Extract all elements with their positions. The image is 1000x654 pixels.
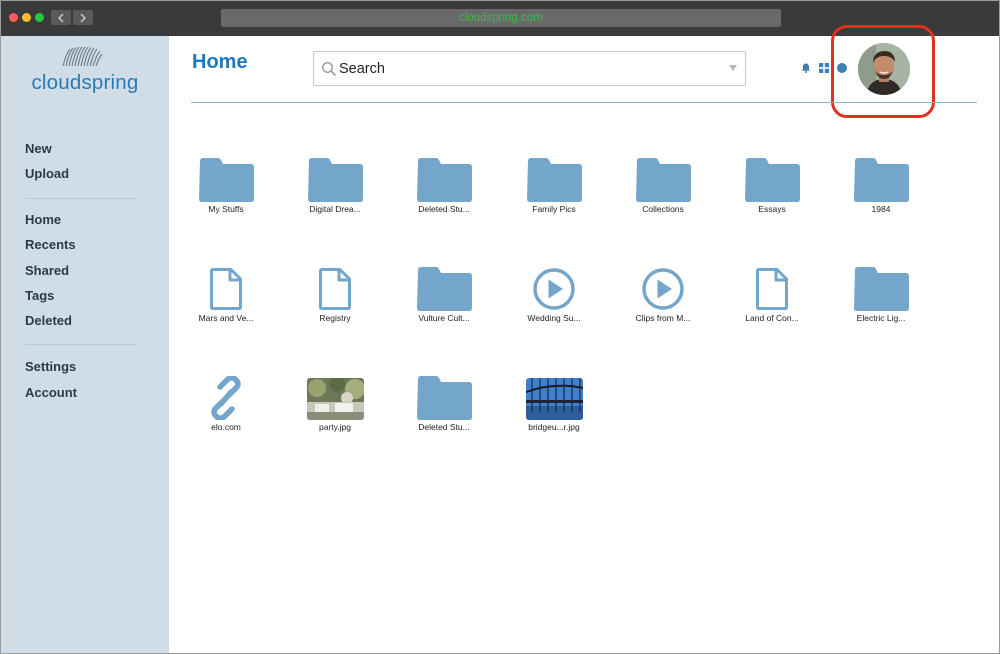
file-item[interactable]: Registry [285, 265, 385, 345]
sidebar-item-new[interactable]: New [25, 141, 52, 156]
play-video-icon [642, 268, 684, 310]
folder-item[interactable]: Deleted Stu... [394, 374, 494, 454]
bell-icon[interactable] [801, 63, 811, 73]
dropdown-caret-icon[interactable] [729, 65, 737, 71]
sidebar-item-deleted[interactable]: Deleted [25, 313, 72, 328]
logo-mark-icon [62, 46, 103, 67]
file-item[interactable]: Mars and Ve... [176, 265, 276, 345]
file-item[interactable]: Land of Con... [722, 265, 822, 345]
folder-item[interactable]: Vulture Cult... [394, 265, 494, 345]
folder-icon [307, 158, 363, 202]
item-label: Vulture Cult... [418, 313, 470, 323]
search-input[interactable]: Search [313, 51, 746, 86]
item-label: Registry [319, 313, 351, 323]
sidebar-item-tags[interactable]: Tags [25, 288, 54, 303]
video-item[interactable]: Wedding Su... [504, 265, 604, 345]
logo-wordmark: cloudspring [31, 71, 139, 94]
item-label: bridgeu...r.jpg [528, 422, 580, 432]
sidebar-divider [25, 344, 137, 345]
minimize-window-button[interactable] [22, 13, 31, 22]
cloudspring-logo[interactable]: cloudspring [23, 46, 147, 98]
sidebar: cloudspring New Upload Home Recents Shar… [1, 36, 169, 653]
image-item[interactable]: party.jpg [285, 374, 385, 454]
item-label: elo.com [211, 422, 241, 432]
search-placeholder: Search [339, 61, 385, 77]
sidebar-item-recents[interactable]: Recents [25, 237, 76, 252]
maximize-window-button[interactable] [35, 13, 44, 22]
image-thumbnail [525, 378, 583, 420]
folder-item[interactable]: 1984 [831, 156, 931, 236]
document-icon [319, 268, 351, 310]
item-label: Collections [642, 204, 684, 214]
folder-icon [416, 158, 472, 202]
image-item[interactable]: bridgeu...r.jpg [504, 374, 604, 454]
browser-window: cloudspring.com cloudspring New Upload H… [0, 0, 1000, 654]
folder-item[interactable]: Family Pics [504, 156, 604, 236]
folder-item[interactable]: Electric Lig... [831, 265, 931, 345]
item-label: My Stuffs [208, 204, 244, 214]
address-bar[interactable]: cloudspring.com [221, 9, 781, 27]
back-button[interactable] [51, 10, 71, 25]
document-icon [756, 268, 788, 310]
sidebar-item-settings[interactable]: Settings [25, 359, 76, 374]
sidebar-item-account[interactable]: Account [25, 385, 77, 400]
folder-item[interactable]: Collections [613, 156, 713, 236]
folder-icon [853, 267, 909, 311]
item-label: Digital Drea... [309, 204, 361, 214]
chevron-right-icon [80, 13, 86, 22]
sidebar-item-upload[interactable]: Upload [25, 166, 69, 181]
item-label: Essays [758, 204, 786, 214]
folder-icon [635, 158, 691, 202]
folder-icon [416, 267, 472, 311]
close-window-button[interactable] [9, 13, 18, 22]
search-icon [321, 61, 337, 77]
item-label: 1984 [871, 204, 891, 214]
link-item[interactable]: elo.com [176, 374, 276, 454]
folder-item[interactable]: Deleted Stu... [394, 156, 494, 236]
folder-icon [526, 158, 582, 202]
bridge-photo-thumbnail [525, 378, 583, 420]
folder-item[interactable]: Digital Drea... [285, 156, 385, 236]
party-photo-thumbnail [306, 378, 364, 420]
chevron-left-icon [58, 13, 64, 22]
image-thumbnail [306, 378, 364, 420]
folder-icon [198, 158, 254, 202]
folder-icon [853, 158, 909, 202]
item-label: Electric Lig... [856, 313, 906, 323]
sidebar-item-shared[interactable]: Shared [25, 263, 69, 278]
item-label: party.jpg [319, 422, 351, 432]
sidebar-item-home[interactable]: Home [25, 212, 61, 227]
folder-icon [416, 376, 472, 420]
page-title: Home [192, 51, 248, 73]
forward-button[interactable] [73, 10, 93, 25]
folder-icon [744, 158, 800, 202]
item-label: Deleted Stu... [418, 422, 470, 432]
link-icon [211, 376, 241, 420]
header-divider [191, 102, 977, 103]
avatar-highlight [831, 25, 935, 118]
folder-item[interactable]: Essays [722, 156, 822, 236]
item-label: Mars and Ve... [198, 313, 254, 323]
item-label: Deleted Stu... [418, 204, 470, 214]
item-label: Land of Con... [745, 313, 799, 323]
document-icon [210, 268, 242, 310]
item-label: Wedding Su... [527, 313, 581, 323]
item-label: Clips from M... [635, 313, 691, 323]
play-video-icon [533, 268, 575, 310]
item-label: Family Pics [532, 204, 576, 214]
video-item[interactable]: Clips from M... [613, 265, 713, 345]
folder-item[interactable]: My Stuffs [176, 156, 276, 236]
grid-view-icon[interactable] [819, 63, 829, 73]
sidebar-divider [25, 198, 137, 199]
